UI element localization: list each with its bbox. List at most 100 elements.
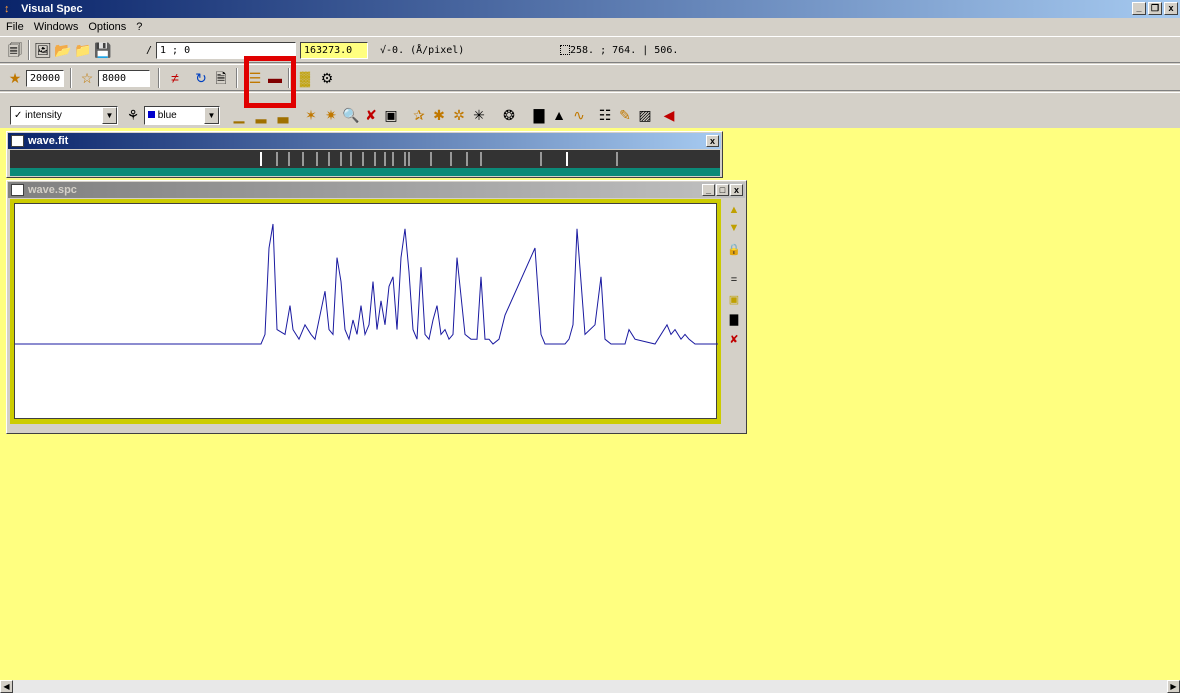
scroll-right-icon[interactable]: ▶ <box>1167 680 1180 693</box>
separator <box>70 68 72 88</box>
frame-icon[interactable]: ▣ <box>727 293 741 307</box>
calibrate-icon[interactable]: ★ <box>6 69 24 87</box>
spectrum-maximize-button[interactable]: □ <box>716 184 729 196</box>
scroll-left-icon[interactable]: ◀ <box>0 680 13 693</box>
plot-frame <box>10 199 721 424</box>
cursor-readout: 258. ; 764. | 506. <box>560 42 678 59</box>
table-icon[interactable]: ☷ <box>596 106 614 124</box>
histogram-icon[interactable]: ▇ <box>727 313 741 327</box>
open-file-icon[interactable]: 📂 <box>54 41 72 59</box>
spectrum-window-titlebar[interactable]: wave.spc _ □ x <box>8 182 745 198</box>
fit-icon[interactable]: ✲ <box>450 106 468 124</box>
menu-options[interactable]: Options <box>88 18 126 36</box>
fit-close-button[interactable]: x <box>706 135 719 147</box>
menu-help[interactable]: ? <box>136 18 142 36</box>
app-title: Visual Spec <box>21 3 83 15</box>
menu-windows[interactable]: Windows <box>34 18 79 36</box>
fit-baseline <box>10 168 720 176</box>
save-icon[interactable]: 💾 <box>94 41 112 59</box>
new-spectrum-icon[interactable]: 🗐 <box>6 41 24 59</box>
param-field-1[interactable]: 20000 <box>26 70 64 87</box>
close-button[interactable]: x <box>1164 2 1178 15</box>
open-image-icon[interactable]: 🖼 <box>34 41 52 59</box>
bars-icon[interactable]: ▂ <box>252 106 270 124</box>
minimize-button[interactable]: _ <box>1132 2 1146 15</box>
chevron-down-icon[interactable]: ▼ <box>102 107 117 124</box>
spectrum-minimize-button[interactable]: _ <box>702 184 715 196</box>
plot-area[interactable] <box>14 203 718 419</box>
scale-icon[interactable]: ☆ <box>78 69 96 87</box>
title-bar[interactable]: ↕ Visual Spec _ ❐ x <box>0 0 1180 18</box>
menu-file[interactable]: File <box>6 18 24 36</box>
fit-spectrum-strip <box>10 150 720 168</box>
bars-icon[interactable]: ▁ <box>230 106 248 124</box>
horizontal-scrollbar[interactable]: ◀ ▶ <box>0 680 1180 693</box>
zoom-cancel-icon[interactable]: ✘ <box>362 106 380 124</box>
refresh-icon[interactable]: ↻ <box>192 69 210 87</box>
chart-icon[interactable]: ▓ <box>296 69 314 87</box>
spectrum-window-title: wave.spc <box>28 184 77 196</box>
fit-icon[interactable]: ✳ <box>470 106 488 124</box>
spectrum-window-icon <box>11 184 24 196</box>
highlight-box <box>244 56 296 108</box>
dispersion-readout: √-0. (Å/pixel) <box>380 42 464 59</box>
spectrum-close-button[interactable]: x <box>730 184 743 196</box>
spectrum-chart <box>15 223 718 345</box>
separator <box>28 40 30 60</box>
param-field-2[interactable]: 8000 <box>98 70 150 87</box>
coord-label: / <box>146 45 153 56</box>
fit-strip-graphic <box>260 152 618 166</box>
plot-side-toolbar: ▲ ▼ 🔒 = ▣ ▇ ✘ <box>724 199 744 429</box>
search-icon[interactable]: 🔍 <box>342 106 360 124</box>
check-icon: ✓ <box>14 110 23 121</box>
dispersion-text: -0. (Å/pixel) <box>386 45 465 56</box>
fit-window: wave.fit x <box>6 131 723 178</box>
not-equal-icon[interactable]: ≠ <box>166 69 184 87</box>
document-icon[interactable]: 🗎 <box>212 69 230 87</box>
histogram-icon[interactable]: ▇ <box>530 106 548 124</box>
window-controls: _ ❐ x <box>1132 2 1178 15</box>
series-select[interactable]: ✓ intensity ▼ <box>10 106 118 125</box>
frame-icon[interactable]: ▣ <box>382 106 400 124</box>
toolbar-secondary: ★ 20000 ☆ 8000 ≠ ↻ 🗎 ☰ ▬ ▓ ⚙ <box>0 64 1180 91</box>
app-window: ↕ Visual Spec _ ❐ x File Windows Options… <box>0 0 1180 693</box>
chevron-down-icon[interactable]: ▼ <box>204 107 219 124</box>
open-folder-icon[interactable]: 📁 <box>74 41 92 59</box>
fit-window-title: wave.fit <box>28 135 69 147</box>
picture-icon[interactable]: ▨ <box>636 106 654 124</box>
analysis-icon[interactable]: ❂ <box>500 106 518 124</box>
toolbar-main: 🗐 🖼 📂 📁 💾 / 1 ; 0 163273.0 √-0. (Å/pixel… <box>0 36 1180 63</box>
bars-icon[interactable]: ▃ <box>274 106 292 124</box>
value-field[interactable]: 163273.0 <box>300 42 368 59</box>
color-select-value: blue <box>157 110 177 121</box>
scale-down-icon[interactable]: ▼ <box>727 221 741 235</box>
spectrum-window: wave.spc _ □ x ▲ ▼ 🔒 = ▣ ▇ ✘ <box>6 180 747 434</box>
app-icon: ↕ <box>4 3 10 15</box>
peak-icon[interactable]: ✶ <box>302 106 320 124</box>
separator <box>158 68 160 88</box>
restore-button[interactable]: ❐ <box>1148 2 1162 15</box>
wave-icon[interactable]: ∿ <box>570 106 588 124</box>
fit-window-icon <box>11 135 24 147</box>
edit-icon[interactable]: ✎ <box>616 106 634 124</box>
lock-icon[interactable]: 🔒 <box>727 243 741 257</box>
split-icon[interactable]: ◀ <box>660 106 678 124</box>
cursor-text: 258. ; 764. | 506. <box>570 45 679 56</box>
color-swatch <box>148 111 155 118</box>
drop-icon[interactable]: ▲ <box>550 106 568 124</box>
tools-icon[interactable]: ⚙ <box>318 69 336 87</box>
equal-icon[interactable]: = <box>727 273 741 287</box>
scale-up-icon[interactable]: ▲ <box>727 203 741 217</box>
clear-icon[interactable]: ✘ <box>727 333 741 347</box>
menu-bar: File Windows Options ? <box>0 18 1180 36</box>
series-select-value: intensity <box>25 110 62 121</box>
fit-icon[interactable]: ✰ <box>410 106 428 124</box>
color-select[interactable]: blue ▼ <box>144 106 220 125</box>
fit-window-titlebar[interactable]: wave.fit x <box>8 133 721 149</box>
peak-icon[interactable]: ✷ <box>322 106 340 124</box>
separator <box>236 68 238 88</box>
spectrum-line <box>15 223 718 345</box>
selection-icon <box>560 45 570 55</box>
paint-icon[interactable]: ⚘ <box>124 106 142 124</box>
fit-icon[interactable]: ✱ <box>430 106 448 124</box>
